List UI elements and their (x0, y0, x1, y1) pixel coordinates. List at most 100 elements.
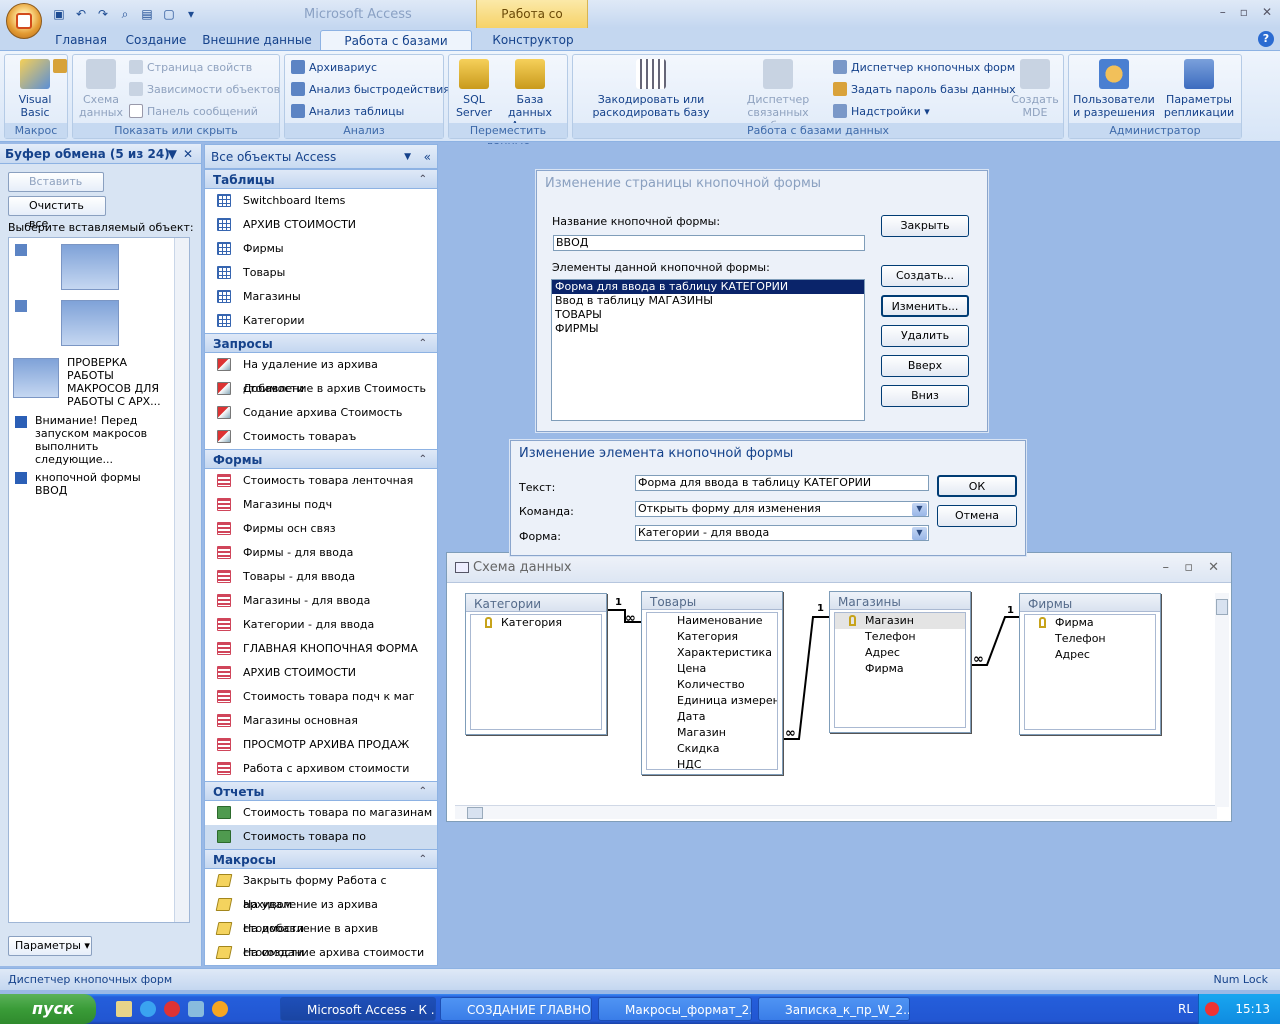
dropdown-icon[interactable]: ▼ (168, 144, 177, 164)
horizontal-scrollbar[interactable] (455, 805, 1217, 819)
app-icon[interactable] (188, 1001, 204, 1017)
zoom-icon[interactable]: ⌕ (116, 5, 134, 23)
delete-button[interactable]: Удалить (881, 325, 969, 347)
nav-item[interactable]: АРХИВ СТОИМОСТИ (205, 213, 437, 237)
schema-field[interactable]: Фирма (835, 661, 965, 677)
linked-table-manager-button[interactable]: Диспетчер связанных таблиц (729, 59, 827, 132)
move-down-button[interactable]: Вниз (881, 385, 969, 407)
users-permissions-button[interactable]: Пользователи и разрешения (1071, 59, 1157, 119)
minimize-icon[interactable]: – (1220, 5, 1226, 19)
schema-table-title[interactable]: Магазины (830, 592, 970, 610)
schema-field[interactable]: Магазин (835, 613, 965, 629)
undo-icon[interactable]: ↶ (72, 5, 90, 23)
help-icon[interactable]: ? (1258, 31, 1274, 47)
nav-item[interactable]: Стоимость товара ленточная (205, 469, 437, 493)
nav-item[interactable]: На удаление из архива стоимости (205, 893, 437, 935)
nav-item[interactable]: ПРОСМОТР АРХИВА ПРОДАЖ (205, 733, 437, 757)
clear-all-button[interactable]: Очистить все (8, 196, 106, 230)
nav-item[interactable]: АРХИВ СТОИМОСТИ (205, 661, 437, 685)
schema-field[interactable]: Адрес (1025, 647, 1155, 663)
text-input[interactable]: Форма для ввода в таблицу КАТЕГОРИИ (635, 475, 929, 491)
taskbar-item-access[interactable]: Microsoft Access - К ... (280, 997, 436, 1021)
ok-button[interactable]: ОК (937, 475, 1017, 497)
schema-field[interactable]: Магазин (647, 725, 777, 741)
media-icon[interactable] (212, 1001, 228, 1017)
clipboard-list[interactable]: ПРОВЕРКА РАБОТЫ МАКРОСОВ ДЛЯ РАБОТЫ С АР… (8, 237, 190, 923)
collapse-section-icon[interactable]: ⌃ (419, 450, 427, 470)
redo-icon[interactable]: ↷ (94, 5, 112, 23)
nav-item[interactable]: Работа с архивом стоимости (205, 757, 437, 781)
cancel-button[interactable]: Отмена (937, 505, 1017, 527)
clipboard-scrollbar[interactable] (174, 238, 189, 922)
nav-item[interactable]: Добавление в архив Стоимость (205, 377, 437, 401)
schema-table[interactable]: Категории Категория (465, 593, 607, 735)
switchboard-manager-button[interactable]: Диспетчер кнопочных форм (833, 59, 1015, 77)
show-desktop-icon[interactable] (116, 1001, 132, 1017)
nav-item[interactable]: Switchboard Items (205, 189, 437, 213)
schema-table-title[interactable]: Товары (642, 592, 782, 610)
command-select[interactable]: Открыть форму для изменения ▼ (635, 501, 929, 517)
chevron-down-icon[interactable]: ▼ (912, 503, 927, 516)
clipboard-item-image[interactable] (61, 300, 119, 346)
nav-item[interactable]: Стоимость товараъ (205, 425, 437, 449)
schema-table[interactable]: Фирмы Фирма Телефон Адрес (1019, 593, 1161, 735)
schema-field[interactable]: Адрес (835, 645, 965, 661)
nav-section-header[interactable]: Запросы ⌃ (205, 333, 437, 353)
nav-header[interactable]: Все объекты Access ▼ « (205, 145, 437, 169)
nav-item[interactable]: Стоимость товара по категориям (205, 825, 437, 867)
collapse-section-icon[interactable]: ⌃ (419, 850, 427, 870)
tab-create[interactable]: Создание (122, 30, 190, 50)
tray-icon[interactable] (1205, 1002, 1219, 1016)
nav-item[interactable]: Магазины (205, 285, 437, 309)
property-sheet-button[interactable]: Страница свойств (129, 59, 252, 77)
maximize-icon[interactable]: ▫ (1184, 553, 1193, 583)
clipboard-item[interactable]: кнопочной формы ВВОД (35, 471, 175, 497)
schema-field[interactable]: Единица измерения (647, 693, 777, 709)
minimize-icon[interactable]: – (1163, 553, 1170, 583)
sql-server-button[interactable]: SQL Server (453, 59, 495, 119)
message-bar-checkbox[interactable]: Панель сообщений (129, 103, 258, 121)
set-password-button[interactable]: Задать пароль базы данных (833, 81, 1016, 99)
schema-button[interactable]: Схема данных (79, 59, 123, 119)
schema-field-list[interactable]: Категория (470, 614, 602, 730)
vertical-scrollbar[interactable] (1215, 593, 1229, 807)
schema-table-title[interactable]: Категории (466, 594, 606, 612)
taskbar-item-doc[interactable]: Макросы_формат_2... (598, 997, 752, 1021)
create-button[interactable]: Создать... (881, 265, 969, 287)
schema-field-list[interactable]: Наименование Категория Характеристика Цена К… (646, 612, 778, 770)
nav-item[interactable]: Товары (205, 261, 437, 285)
nav-section-header[interactable]: Формы ⌃ (205, 449, 437, 469)
form-select[interactable]: Категории - для ввода ▼ (635, 525, 929, 541)
schema-field[interactable]: Телефон (835, 629, 965, 645)
nav-item[interactable]: Магазины основная (205, 709, 437, 733)
close-icon[interactable]: ✕ (183, 144, 193, 164)
relationships-canvas[interactable]: 1 ∞ ∞ 1 ∞ 1 Категории Категория Товары Наим… (447, 583, 1217, 805)
elements-listbox[interactable]: Форма для ввода в таблицу КАТЕГОРИИ Ввод… (551, 279, 865, 421)
nav-item[interactable]: Товары - для ввода (205, 565, 437, 589)
save-icon[interactable]: ▣ (50, 5, 68, 23)
nav-item[interactable]: Категории (205, 309, 437, 333)
chevron-down-icon[interactable]: ▼ (404, 145, 411, 169)
table-analyzer-button[interactable]: Анализ таблицы (291, 103, 404, 121)
tab-home[interactable]: Главная (52, 30, 110, 50)
collapse-section-icon[interactable]: ⌃ (419, 170, 427, 190)
nav-item[interactable]: Стоимость товара подч к маг (205, 685, 437, 709)
tab-database-tools[interactable]: Работа с базами данных (320, 30, 472, 68)
schema-field[interactable]: Наименование (647, 613, 777, 629)
nav-item[interactable]: Стоимость товара по магазинам (205, 801, 437, 825)
nav-item[interactable]: Фирмы осн связ (205, 517, 437, 541)
clipboard-item[interactable]: ПРОВЕРКА РАБОТЫ МАКРОСОВ ДЛЯ РАБОТЫ С АР… (67, 356, 177, 408)
office-button[interactable] (6, 3, 42, 39)
page-icon[interactable]: ▤ (138, 5, 156, 23)
ie-icon[interactable] (140, 1001, 156, 1017)
language-indicator[interactable]: RL (1178, 1002, 1193, 1016)
collapse-section-icon[interactable]: ⌃ (419, 782, 427, 802)
schema-field[interactable]: Характеристика (647, 645, 777, 661)
close-icon[interactable]: ✕ (1262, 5, 1272, 19)
schema-field[interactable]: Дата (647, 709, 777, 725)
schema-field[interactable]: Скидка (647, 741, 777, 757)
chevron-down-icon[interactable]: ▼ (912, 527, 927, 540)
nav-item[interactable]: Магазины - для ввода (205, 589, 437, 613)
list-item[interactable]: ТОВАРЫ (552, 308, 864, 322)
schema-field[interactable]: Цена (647, 661, 777, 677)
